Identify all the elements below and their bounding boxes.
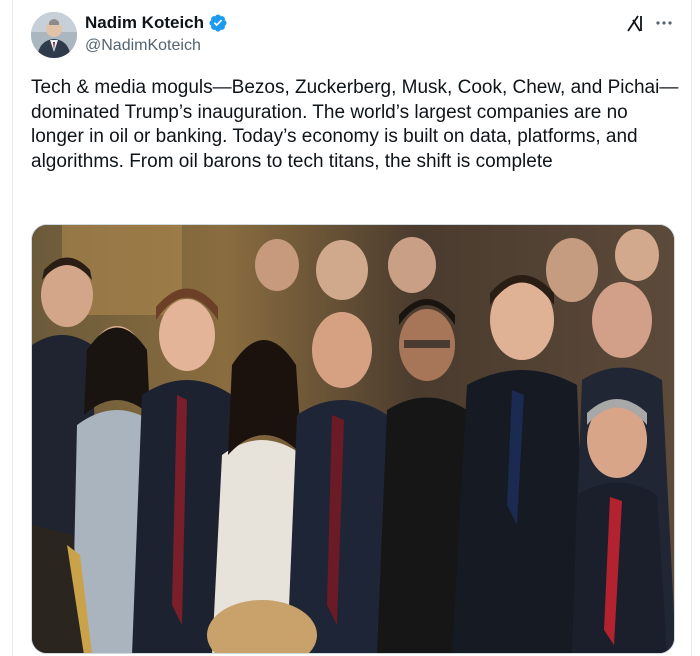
more-options-icon[interactable] bbox=[653, 12, 675, 34]
tweet-card: Nadim Koteich @NadimKoteich Tech & media… bbox=[12, 0, 692, 656]
grok-icon[interactable] bbox=[624, 12, 646, 34]
author-display-name[interactable]: Nadim Koteich bbox=[85, 13, 204, 33]
tweet-photo[interactable] bbox=[31, 224, 675, 654]
author-handle[interactable]: @NadimKoteich bbox=[85, 37, 201, 55]
author-name-row: Nadim Koteich bbox=[85, 13, 228, 33]
inauguration-photo bbox=[32, 225, 674, 653]
verified-badge-icon bbox=[208, 13, 228, 33]
tweet-text: Tech & media moguls—Bezos, Zuckerberg, M… bbox=[31, 77, 679, 172]
author-avatar[interactable] bbox=[31, 12, 77, 58]
avatar-image bbox=[31, 12, 77, 58]
